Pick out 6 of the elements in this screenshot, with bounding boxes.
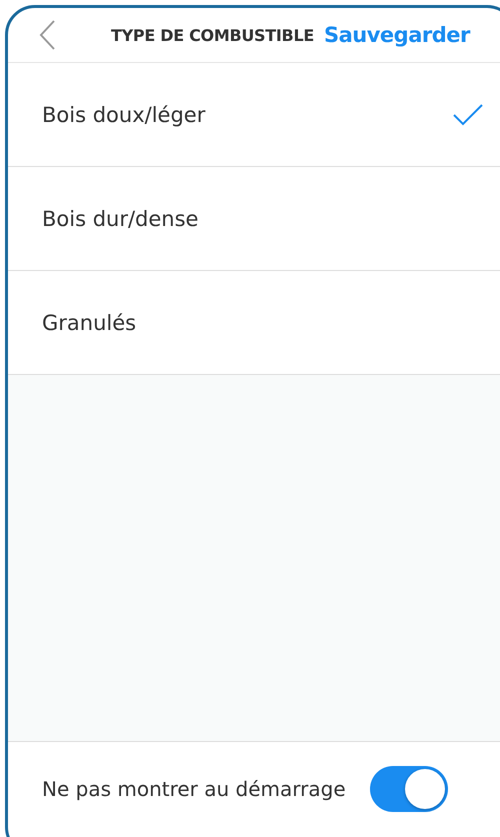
toggle-switch[interactable]	[370, 766, 448, 812]
screen-title: TYPE DE COMBUSTIBLE	[111, 26, 314, 44]
back-icon[interactable]	[38, 19, 56, 51]
fuel-option[interactable]: Bois dur/dense	[8, 167, 500, 271]
toggle-label: Ne pas montrer au démarrage	[42, 777, 346, 801]
fuel-option[interactable]: Bois doux/léger	[8, 63, 500, 167]
